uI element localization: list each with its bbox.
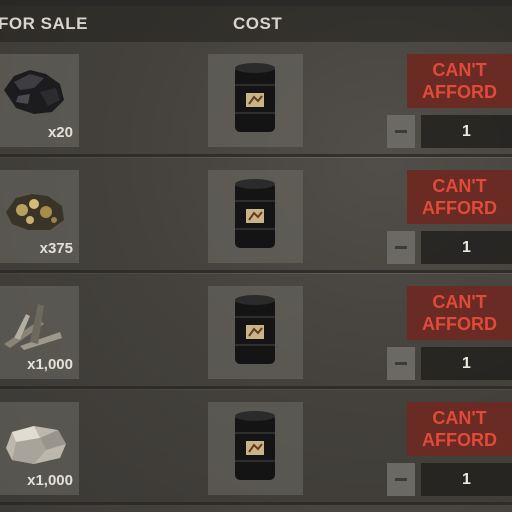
oil-barrel-icon (235, 63, 275, 132)
item-quantity: x1,000 (27, 356, 73, 373)
afford-line-1: CAN'T (432, 60, 487, 80)
decrease-quantity-button[interactable] (387, 463, 415, 496)
afford-line-2: AFFORD (422, 198, 497, 218)
item-quantity: x20 (47, 124, 73, 141)
minus-icon (395, 478, 407, 481)
wood-icon (4, 304, 62, 350)
cant-afford-button[interactable]: CAN'T AFFORD (407, 402, 512, 456)
sale-row: x1,000 CAN'T AFFORD 1 (0, 274, 512, 389)
quantity-field[interactable]: 1 (421, 231, 512, 264)
item-slot[interactable]: x20 (0, 54, 79, 147)
afford-line-1: CAN'T (432, 408, 487, 428)
stone-icon (6, 426, 66, 464)
oil-barrel-icon (235, 179, 275, 248)
for-sale-heading: FOR SALE (0, 14, 88, 33)
quantity-field[interactable]: 1 (421, 347, 512, 380)
vending-header: FOR SALE COST (0, 6, 512, 42)
cant-afford-button[interactable]: CAN'T AFFORD (407, 54, 512, 108)
cost-slot[interactable] (208, 402, 303, 495)
cost-slot[interactable] (208, 286, 303, 379)
quantity-field[interactable]: 1 (421, 463, 512, 496)
afford-line-2: AFFORD (422, 82, 497, 102)
coal-icon (4, 70, 64, 114)
metal-ore-icon (6, 194, 64, 230)
oil-barrel-icon (235, 295, 275, 364)
afford-line-2: AFFORD (422, 314, 497, 334)
decrease-quantity-button[interactable] (387, 115, 415, 148)
cant-afford-button[interactable]: CAN'T AFFORD (407, 286, 512, 340)
item-quantity: x1,000 (27, 472, 73, 489)
item-slot[interactable]: x1,000 (0, 286, 79, 379)
cost-slot[interactable] (208, 54, 303, 147)
cant-afford-button[interactable]: CAN'T AFFORD (407, 170, 512, 224)
minus-icon (395, 246, 407, 249)
afford-line-1: CAN'T (432, 176, 487, 196)
minus-icon (395, 362, 407, 365)
oil-barrel-icon (235, 411, 275, 480)
sale-row: x375 CAN'T AFFORD 1 (0, 158, 512, 273)
afford-line-1: CAN'T (432, 292, 487, 312)
item-quantity: x375 (39, 240, 73, 257)
sale-row: x20 CAN'T AFFORD 1 (0, 42, 512, 157)
item-slot[interactable]: x375 (0, 170, 79, 263)
sale-row: x1,000 CAN'T AFFORD 1 (0, 390, 512, 505)
minus-icon (395, 130, 407, 133)
item-slot[interactable]: x1,000 (0, 402, 79, 495)
cost-slot[interactable] (208, 170, 303, 263)
quantity-field[interactable]: 1 (421, 115, 512, 148)
decrease-quantity-button[interactable] (387, 347, 415, 380)
afford-line-2: AFFORD (422, 430, 497, 450)
decrease-quantity-button[interactable] (387, 231, 415, 264)
cost-heading: COST (233, 14, 283, 33)
